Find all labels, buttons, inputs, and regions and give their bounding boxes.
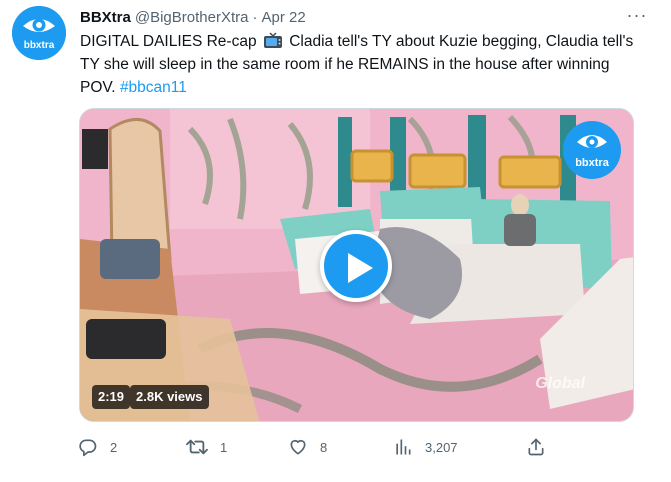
video-views: 2.8K views	[130, 385, 209, 409]
play-icon	[348, 253, 373, 283]
video-player[interactable]: bbxtra Global 2:19 2.8K views	[79, 108, 634, 422]
retweet-icon	[186, 439, 208, 455]
bbxtra-watermark: bbxtra	[563, 121, 621, 179]
reply-icon	[79, 439, 97, 457]
bbxtra-logo-icon: bbxtra	[12, 6, 66, 60]
reply-button[interactable]: 2	[78, 434, 117, 460]
more-options-button[interactable]: ···	[625, 6, 649, 28]
avatar[interactable]: bbxtra	[12, 6, 66, 60]
tweet-timestamp[interactable]: Apr 22	[261, 9, 305, 26]
tweet-text-part-1: DIGITAL DAILIES Re-cap	[80, 33, 257, 50]
retweet-button[interactable]: 1	[186, 434, 227, 460]
television-emoji-icon	[263, 32, 283, 49]
watermark-text: bbxtra	[575, 157, 609, 169]
separator-dot: ·	[252, 8, 258, 26]
heart-icon	[290, 439, 306, 455]
retweet-count: 1	[220, 439, 228, 455]
share-button[interactable]	[526, 434, 558, 460]
like-button[interactable]: 8	[288, 434, 327, 460]
share-icon	[528, 438, 544, 456]
analytics-bar-icon	[396, 439, 411, 455]
play-button[interactable]	[320, 230, 392, 302]
tweet-text: DIGITAL DAILIES Re-cap Cladia tell's TY …	[80, 30, 640, 99]
reply-count: 2	[110, 439, 118, 455]
network-watermark: Global	[535, 375, 585, 392]
action-bar: 2 1 8 3,207	[78, 434, 558, 460]
tweet-header: BBXtra @BigBrotherXtra · Apr 22	[80, 6, 306, 28]
like-count: 8	[320, 439, 328, 455]
avatar-text: bbxtra	[24, 40, 55, 51]
view-count: 3,207	[425, 439, 458, 455]
eye-logo-icon	[577, 135, 607, 148]
display-name[interactable]: BBXtra	[80, 9, 131, 26]
user-handle[interactable]: @BigBrotherXtra	[135, 9, 249, 26]
video-duration: 2:19	[92, 385, 131, 409]
more-horizontal-icon: ···	[626, 5, 648, 25]
tweet[interactable]: bbxtra BBXtra @BigBrotherXtra · Apr 22 ·…	[0, 0, 671, 482]
views-button[interactable]: 3,207	[393, 434, 458, 460]
hashtag-link[interactable]: #bbcan11	[120, 79, 187, 96]
